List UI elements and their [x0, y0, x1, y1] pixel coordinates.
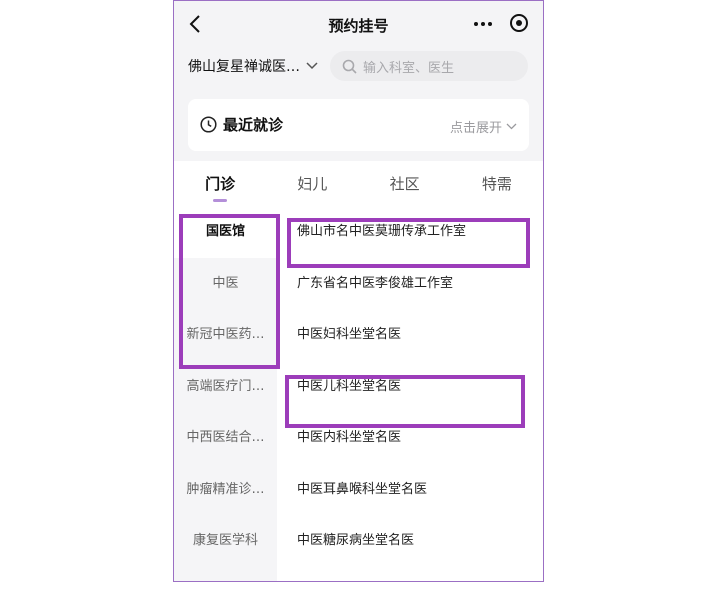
- search-icon: [342, 59, 357, 74]
- hospital-selector[interactable]: 佛山复星禅诚医…: [188, 55, 318, 77]
- phone-frame: 预约挂号 佛山复星禅诚医… 输入科室、医生 最近就诊 点击展开 门诊 妇儿 社区…: [173, 0, 544, 582]
- category-tabs: 门诊 妇儿 社区 特需: [174, 161, 543, 205]
- search-input[interactable]: 输入科室、医生: [330, 51, 528, 81]
- clinic-list: 佛山市名中医莫珊传承工作室 广东省名中医李俊雄工作室 中医妇科坐堂名医 中医儿科…: [277, 206, 543, 581]
- back-button[interactable]: [184, 11, 206, 37]
- clinic-item[interactable]: 中医糖尿病坐堂名医: [277, 515, 543, 567]
- clinic-item[interactable]: 广东省名中医李俊雄工作室: [277, 258, 543, 310]
- dept-item[interactable]: 康复医学科: [174, 515, 277, 567]
- department-list: 国医馆 中医 新冠中医药… 高端医疗门… 中西医结合… 肿瘤精准诊… 康复医学科: [174, 206, 277, 581]
- more-options-button[interactable]: [470, 15, 496, 33]
- clinic-item[interactable]: 中医耳鼻喉科坐堂名医: [277, 464, 543, 516]
- tab-outpatient[interactable]: 门诊: [174, 161, 266, 205]
- content-panel: 门诊 妇儿 社区 特需 国医馆 中医 新冠中医药… 高端医疗门… 中西医结合… …: [174, 161, 543, 581]
- dept-item[interactable]: 中西医结合…: [174, 412, 277, 464]
- chevron-left-icon: [189, 15, 200, 33]
- recent-visits-title: 最近就诊: [223, 116, 284, 134]
- tab-women-children[interactable]: 妇儿: [266, 161, 358, 205]
- tab-special-needs[interactable]: 特需: [451, 161, 543, 205]
- dept-item[interactable]: 国医馆: [174, 206, 277, 258]
- dept-item[interactable]: 新冠中医药…: [174, 309, 277, 361]
- clinic-item[interactable]: 中医妇科坐堂名医: [277, 309, 543, 361]
- dept-item[interactable]: 肿瘤精准诊…: [174, 464, 277, 516]
- clinic-item[interactable]: 中医内科坐堂名医: [277, 412, 543, 464]
- target-close-icon: [516, 20, 522, 26]
- dept-item[interactable]: 高端医疗门…: [174, 361, 277, 413]
- hospital-name: 佛山复星禅诚医…: [188, 59, 300, 75]
- search-placeholder: 输入科室、医生: [363, 60, 455, 76]
- expand-label: 点击展开: [449, 121, 502, 136]
- dept-item[interactable]: 中医: [174, 258, 277, 310]
- top-nav-bar: 预约挂号: [174, 1, 543, 47]
- chevron-down-icon: [306, 62, 318, 70]
- clinic-item[interactable]: 佛山市名中医莫珊传承工作室: [277, 206, 543, 258]
- tab-community[interactable]: 社区: [359, 161, 451, 205]
- more-horizontal-icon: [474, 22, 478, 26]
- expand-toggle[interactable]: 点击展开: [450, 117, 517, 136]
- close-miniprogram-button[interactable]: [510, 14, 528, 32]
- clinic-item[interactable]: 中医儿科坐堂名医: [277, 361, 543, 413]
- clock-icon: [200, 116, 217, 133]
- chevron-down-icon: [506, 123, 517, 130]
- recent-visits-card[interactable]: 最近就诊 点击展开: [188, 99, 529, 151]
